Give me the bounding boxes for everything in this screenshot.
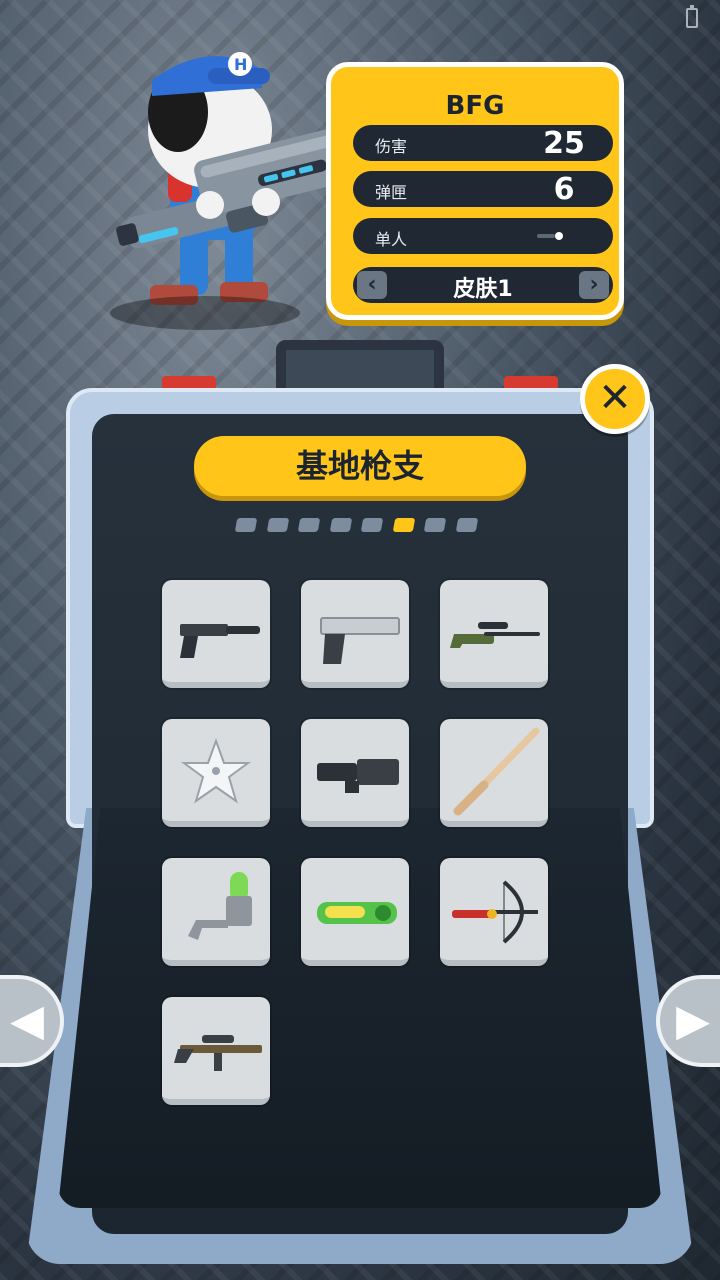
- skin-label: 皮肤1: [453, 277, 513, 302]
- weapon-slot[interactable]: [301, 858, 409, 966]
- magic-wand-icon: [453, 727, 540, 816]
- page-dot[interactable]: [455, 518, 479, 532]
- page-dot[interactable]: [266, 518, 290, 532]
- weapon-slot[interactable]: [162, 719, 270, 827]
- page-dot[interactable]: [234, 518, 258, 532]
- ammo-label: 弹匣: [375, 183, 408, 202]
- page-dot-active[interactable]: [392, 518, 416, 532]
- weapon-grid: [162, 580, 548, 1110]
- character-shadow: [110, 296, 300, 330]
- page-dot[interactable]: [297, 518, 321, 532]
- skin-prev-button[interactable]: ‹: [357, 271, 387, 299]
- damage-value: 25: [543, 126, 585, 161]
- weapon-slot[interactable]: [440, 580, 548, 688]
- single-shot-icon: [537, 232, 563, 240]
- weapon-name: BFG: [445, 91, 505, 121]
- weapon-slot[interactable]: [301, 719, 409, 827]
- weapon-slot[interactable]: [440, 719, 548, 827]
- heavy-blaster-icon: [317, 759, 399, 793]
- category-title: 基地枪支: [194, 436, 526, 496]
- weapon-slot[interactable]: [440, 858, 548, 966]
- fire-mode-label: 单人: [375, 230, 408, 249]
- shuriken-icon: [180, 738, 252, 804]
- water-gun-icon: [317, 902, 397, 924]
- fire-mode-row: 单人: [353, 218, 613, 254]
- page-dot[interactable]: [329, 518, 353, 532]
- sniper-rifle-icon: [450, 622, 540, 648]
- grenade-launcher-icon: [188, 872, 252, 940]
- weapon-slot[interactable]: [162, 997, 270, 1105]
- weapon-slot[interactable]: [162, 858, 270, 966]
- close-button[interactable]: ✕: [580, 364, 650, 434]
- battery-icon: [686, 5, 698, 28]
- skin-next-button[interactable]: ›: [579, 271, 609, 299]
- ammo-value: 6: [553, 172, 575, 207]
- weapon-stats-card: BFG 伤害 25 弹匣 6 单人 ‹ 皮肤1 ›: [326, 62, 624, 320]
- crossbow-icon: [452, 880, 538, 944]
- page-dot[interactable]: [360, 518, 384, 532]
- weapon-slot[interactable]: [162, 580, 270, 688]
- svg-text:H: H: [234, 55, 247, 74]
- damage-label: 伤害: [375, 137, 408, 156]
- ammo-row: 弹匣 6: [353, 171, 613, 207]
- silenced-pistol-icon: [180, 624, 260, 658]
- page-indicator: [234, 518, 486, 534]
- weapon-slot[interactable]: [301, 580, 409, 688]
- desert-eagle-icon: [320, 617, 400, 664]
- assault-rifle-icon: [174, 1035, 262, 1071]
- skin-selector: ‹ 皮肤1 ›: [353, 267, 613, 303]
- damage-row: 伤害 25: [353, 125, 613, 161]
- page-dot[interactable]: [423, 518, 447, 532]
